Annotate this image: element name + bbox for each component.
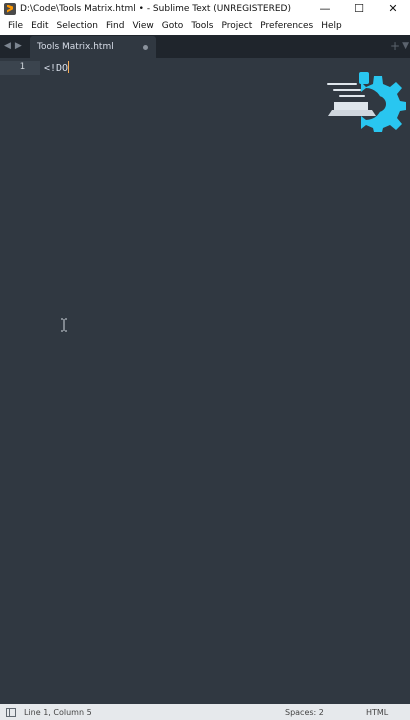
gear-logo-icon	[327, 72, 406, 132]
menu-edit[interactable]: Edit	[27, 21, 52, 31]
menu-view[interactable]: View	[128, 21, 157, 31]
menu-find[interactable]: Find	[102, 21, 128, 31]
menu-project[interactable]: Project	[217, 21, 256, 31]
status-indentation[interactable]: Spaces: 2	[285, 708, 324, 717]
tab-tools-matrix[interactable]: Tools Matrix.html	[30, 36, 156, 58]
status-syntax[interactable]: HTML	[366, 708, 388, 717]
menu-help[interactable]: Help	[317, 21, 346, 31]
tab-dropdown-icon[interactable]: ▼	[402, 41, 409, 51]
tab-forward-icon[interactable]: ▶	[15, 41, 22, 51]
sublime-app-icon[interactable]	[4, 2, 16, 15]
status-cursor-position[interactable]: Line 1, Column 5	[24, 708, 92, 717]
menu-goto[interactable]: Goto	[158, 21, 188, 31]
editor-area[interactable]: 1 <!DO	[0, 58, 410, 704]
window-title: D:\Code\Tools Matrix.html • - Sublime Te…	[20, 3, 291, 14]
tab-label: Tools Matrix.html	[37, 42, 114, 52]
title-bar: D:\Code\Tools Matrix.html • - Sublime Te…	[0, 0, 410, 17]
line-number: 1	[19, 62, 25, 72]
tab-back-icon[interactable]: ◀	[4, 41, 11, 51]
new-tab-icon[interactable]: +	[390, 39, 400, 53]
maximize-button[interactable]: ☐	[342, 0, 376, 17]
menu-file[interactable]: File	[4, 21, 27, 31]
minimize-button[interactable]: —	[308, 0, 342, 17]
text-caret	[68, 61, 70, 73]
code-text: <!DO	[44, 63, 69, 74]
menu-preferences[interactable]: Preferences	[256, 21, 317, 31]
tab-bar: ◀ ▶ Tools Matrix.html + ▼	[0, 35, 410, 58]
code-line[interactable]: <!DO	[44, 61, 70, 75]
unsaved-dot-icon[interactable]	[143, 45, 148, 50]
status-bar: Line 1, Column 5 Spaces: 2 HTML	[0, 704, 410, 720]
sidebar-toggle-icon[interactable]	[6, 707, 16, 717]
window-controls: — ☐ ✕	[308, 0, 410, 17]
text-cursor-icon	[61, 318, 67, 332]
menu-selection[interactable]: Selection	[53, 21, 102, 31]
menu-tools[interactable]: Tools	[187, 21, 217, 31]
menu-bar: File Edit Selection Find View Goto Tools…	[0, 17, 410, 35]
close-button[interactable]: ✕	[376, 0, 410, 17]
tab-nav-arrows: ◀ ▶	[4, 41, 22, 51]
